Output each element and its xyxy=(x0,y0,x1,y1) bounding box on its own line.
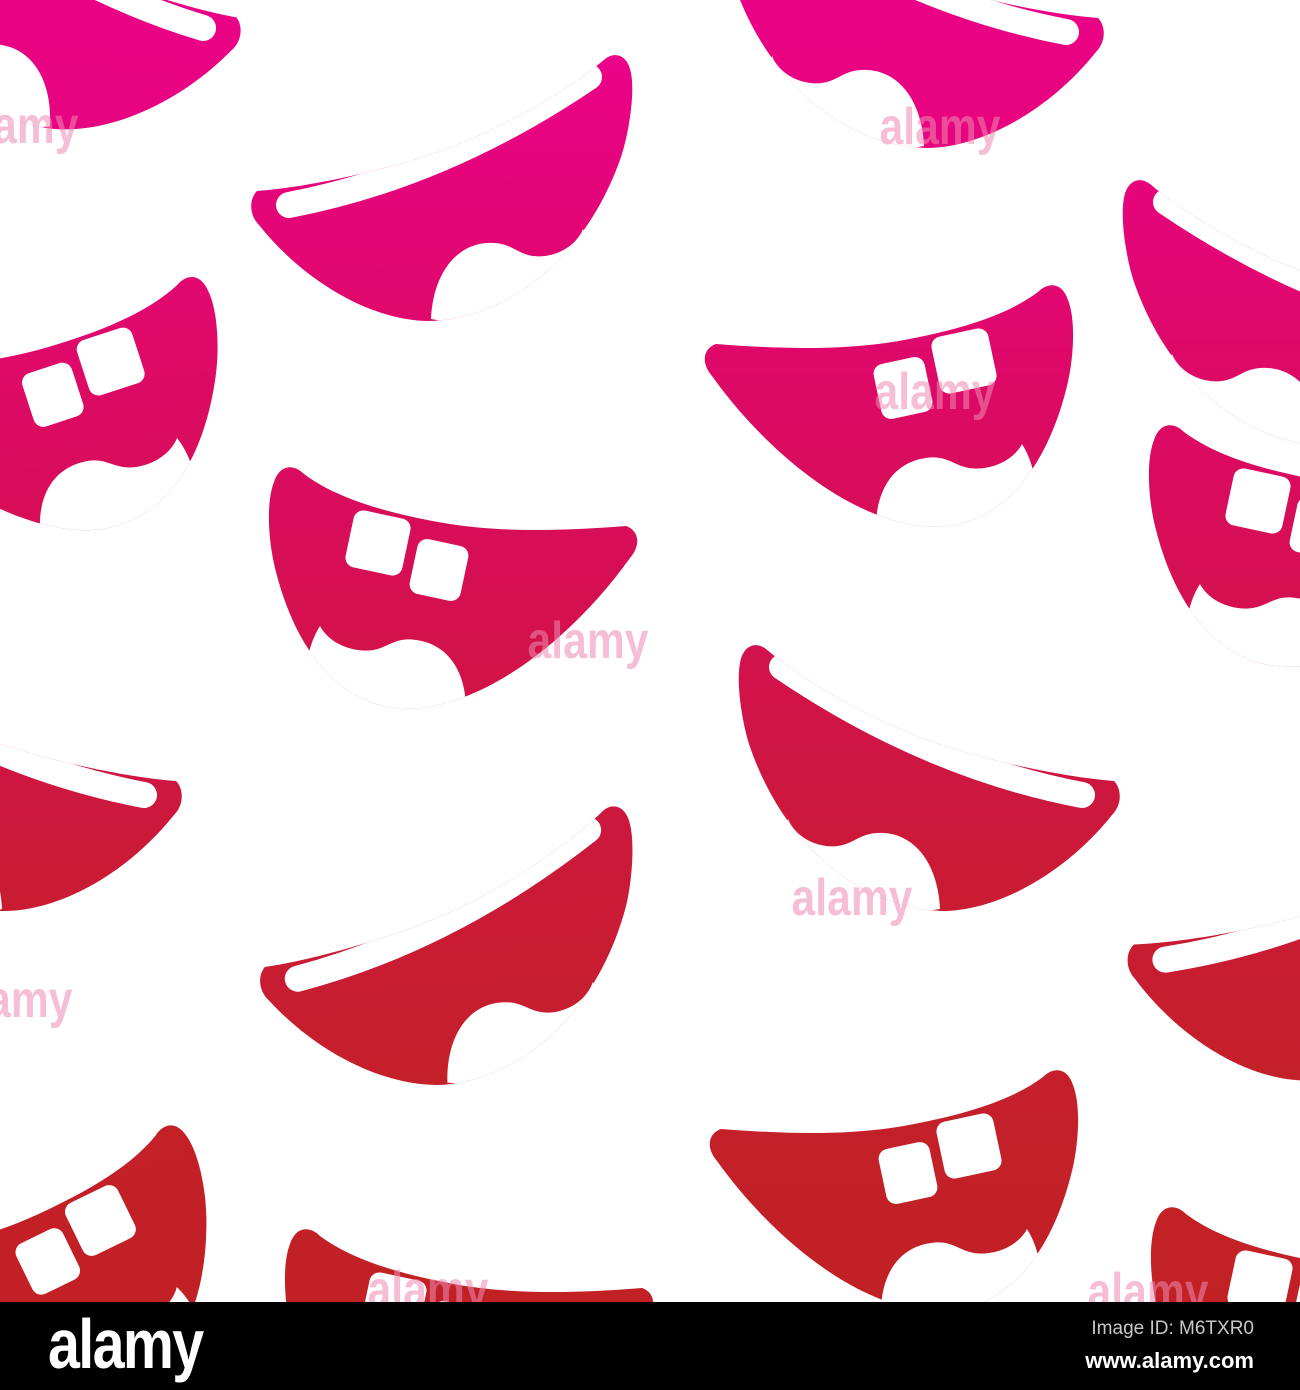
smile-mouth xyxy=(260,806,633,1085)
smile-mouth xyxy=(740,0,1104,149)
teeth-mouth xyxy=(1148,425,1300,667)
image-id-label: Image ID: M6TXR0 xyxy=(1091,1318,1254,1340)
teeth-mouth xyxy=(704,285,1074,527)
alamy-logo: alamy xyxy=(48,1305,204,1383)
smile-mouth xyxy=(738,645,1120,912)
teeth-mouth xyxy=(268,467,638,709)
smile-mouth xyxy=(1127,821,1300,1081)
smile-mouth xyxy=(1122,180,1300,447)
smile-mouth xyxy=(251,55,633,322)
smile-mouth xyxy=(0,0,241,130)
teeth-mouth xyxy=(0,276,218,533)
smiling-mouths-pattern xyxy=(0,0,1300,1390)
teeth-mouth xyxy=(709,1070,1079,1312)
smile-mouth xyxy=(0,654,182,912)
website-url: www.alamy.com xyxy=(1085,1347,1254,1373)
stock-image-canvas: alamyalamyalamyalamyalamyalamyalamyalamy… xyxy=(0,0,1300,1390)
watermark-bar: alamy Image ID: M6TXR0 www.alamy.com xyxy=(0,1302,1300,1390)
footer-meta: Image ID: M6TXR0 www.alamy.com xyxy=(1085,1314,1254,1378)
